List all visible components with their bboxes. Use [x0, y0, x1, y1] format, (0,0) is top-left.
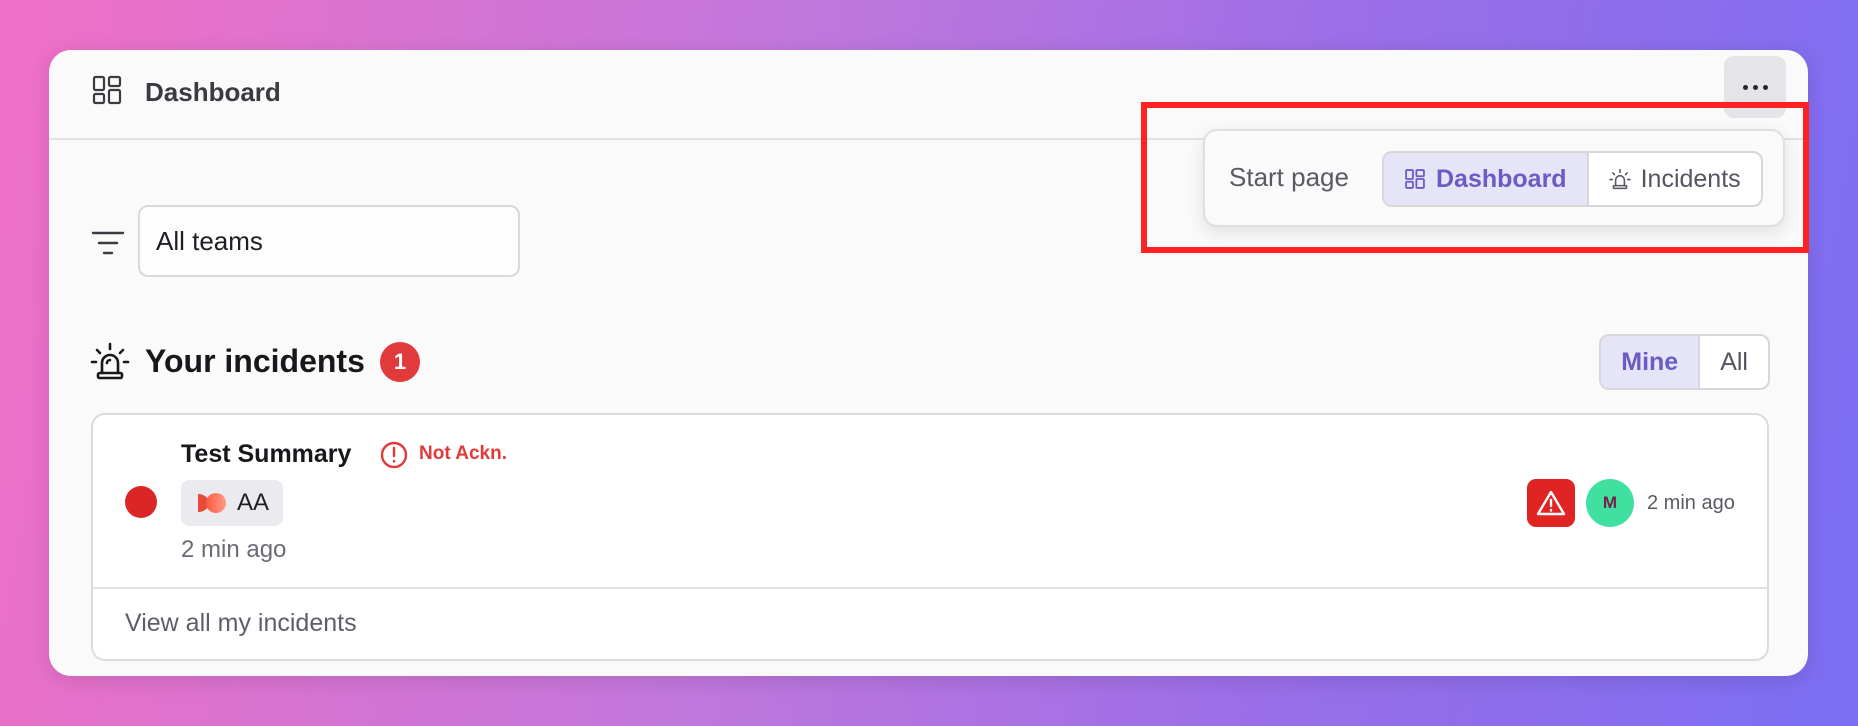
filter-icon[interactable]	[91, 228, 125, 258]
page-title: Dashboard	[145, 77, 281, 107]
incident-updated-time: 2 min ago	[1647, 492, 1735, 514]
more-horizontal-icon	[1742, 84, 1748, 90]
team-filter-select[interactable]: All teams	[138, 205, 520, 277]
incident-title: Test Summary	[181, 440, 352, 468]
dashboard-icon	[92, 75, 122, 105]
start-page-option-label: Dashboard	[1436, 165, 1567, 193]
alert-badge	[1527, 479, 1575, 527]
status-dot	[125, 486, 157, 518]
siren-icon	[1608, 168, 1631, 190]
incident-list: Test Summary Not Ackn. AA 2 min ago M 2 …	[91, 413, 1769, 661]
view-all-incidents-link[interactable]: View all my incidents	[125, 605, 357, 641]
start-page-option-label: Incidents	[1640, 165, 1741, 193]
section-title: Your incidents	[145, 343, 365, 379]
alert-circle-icon	[380, 441, 408, 469]
status-label: Not Ackn.	[419, 443, 507, 464]
incident-time: 2 min ago	[181, 536, 287, 563]
page-header: Dashboard	[49, 50, 1808, 140]
incident-row[interactable]: Test Summary Not Ackn. AA 2 min ago M 2 …	[93, 415, 1767, 589]
assignee-avatar: M	[1586, 479, 1634, 527]
incident-scope-toggle: Mine All	[1599, 334, 1770, 390]
siren-icon	[90, 342, 130, 380]
team-chip-label: AA	[237, 489, 270, 516]
scope-option-mine[interactable]: Mine	[1601, 336, 1699, 388]
start-page-label: Start page	[1229, 162, 1349, 192]
dashboard-icon	[1405, 169, 1425, 189]
team-chip: AA	[181, 480, 284, 526]
incident-count-badge: 1	[380, 342, 420, 382]
scope-option-all[interactable]: All	[1698, 336, 1768, 388]
start-page-toggle: Dashboard Incidents	[1382, 151, 1763, 207]
warning-triangle-icon	[1536, 490, 1566, 516]
team-logo-icon	[198, 493, 226, 513]
more-options-button[interactable]	[1724, 56, 1786, 118]
start-page-option-incidents[interactable]: Incidents	[1586, 153, 1761, 205]
start-page-popover: Start page Dashboard Incidents	[1203, 129, 1785, 227]
start-page-option-dashboard[interactable]: Dashboard	[1384, 153, 1587, 205]
